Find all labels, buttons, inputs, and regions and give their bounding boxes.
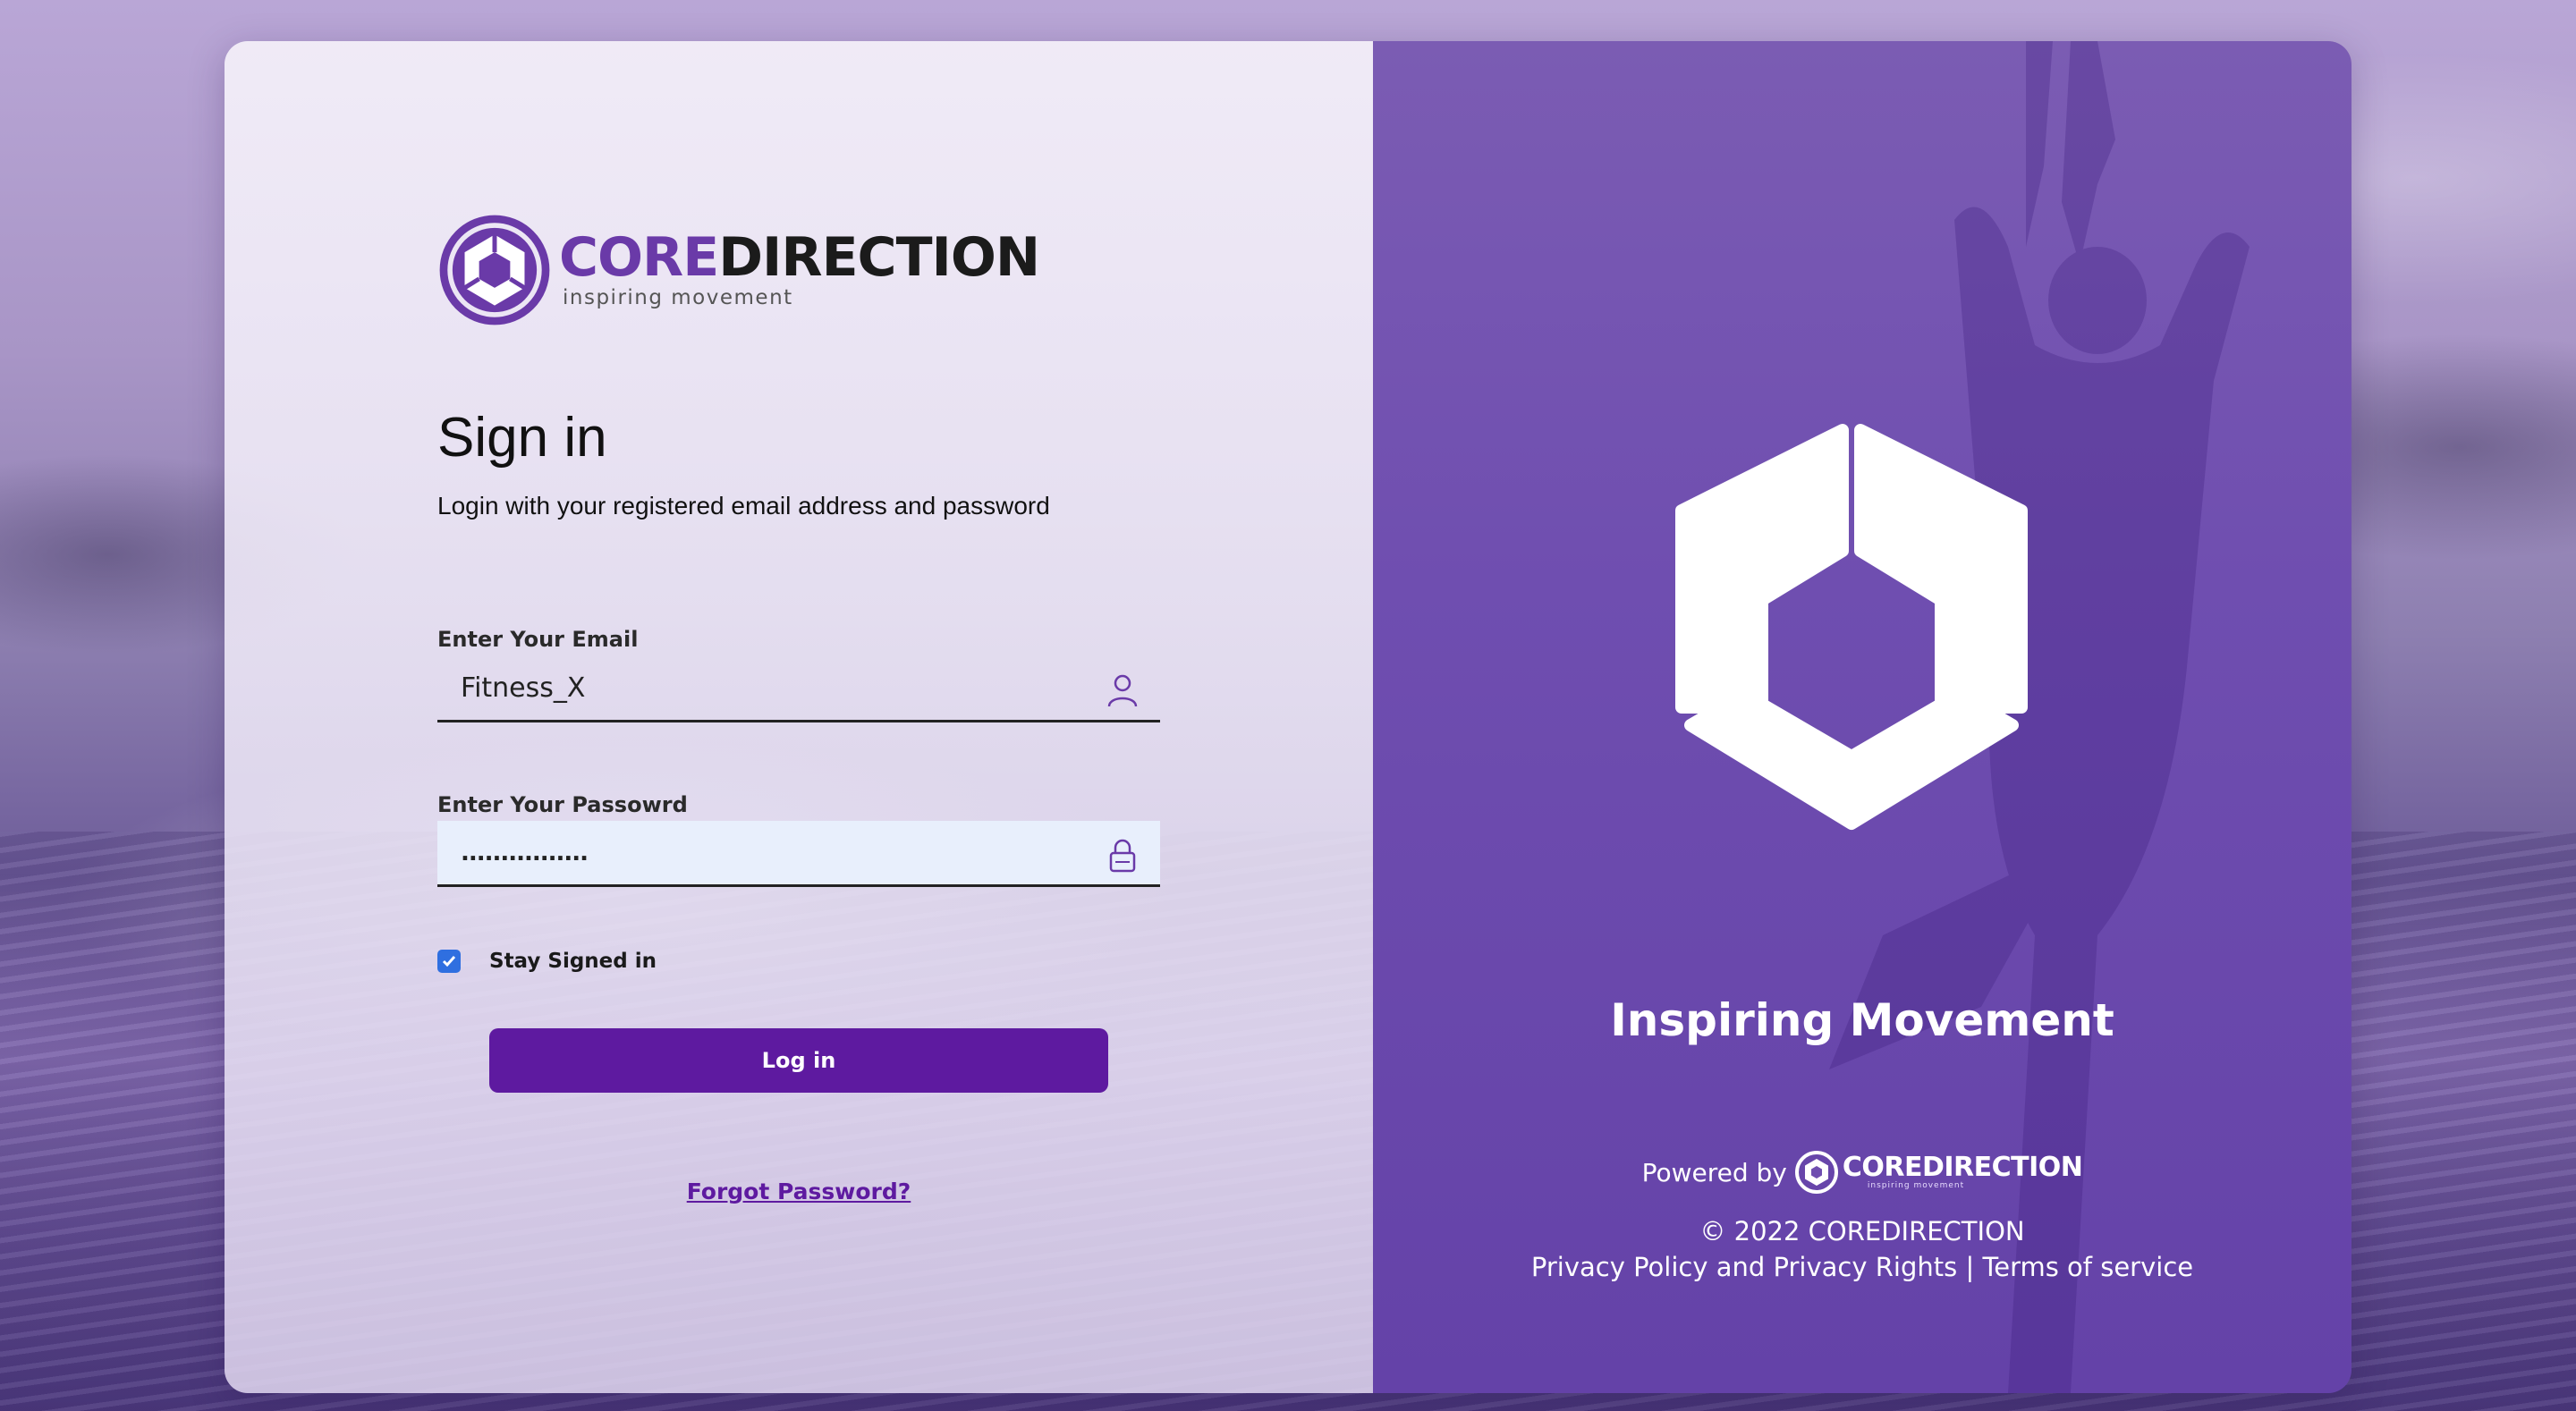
password-field-container [437, 821, 1160, 887]
stay-signed-in-checkbox[interactable] [437, 950, 461, 973]
powered-by-logo: COREDIRECTION inspiring movement [1794, 1150, 2083, 1195]
email-label: Enter Your Email [437, 627, 639, 652]
page-title: Sign in [437, 407, 607, 469]
hexagon-logo-icon [439, 215, 550, 325]
forgot-password-link[interactable]: Forgot Password? [225, 1179, 1373, 1204]
brand-tagline: Inspiring Movement [1610, 994, 2114, 1046]
logo-word-direction: DIRECTION [718, 226, 1040, 289]
password-field[interactable] [437, 821, 1160, 884]
brand-panel: Inspiring Movement Powered by COREDIRECT… [1373, 41, 2351, 1393]
hexagon-brand-icon [1675, 424, 2028, 830]
logo-wordmark: COREDIRECTION [559, 231, 1040, 284]
email-field[interactable] [437, 656, 1160, 720]
signin-panel: COREDIRECTION inspiring movement Sign in… [225, 41, 1373, 1393]
footer-links: Privacy Policy and Privacy Rights | Term… [1373, 1252, 2351, 1282]
password-label: Enter Your Passowrd [437, 792, 688, 817]
powered-by-logo-tagline: inspiring movement [1867, 1181, 1965, 1190]
powered-by-logo-name: COREDIRECTION [1842, 1152, 2083, 1183]
stay-signed-in-row: Stay Signed in [437, 950, 657, 973]
hexagon-logo-small-icon [1794, 1151, 1838, 1194]
powered-by-label: Powered by [1641, 1157, 1787, 1187]
user-icon [1107, 674, 1138, 707]
footer-separator: | [1965, 1252, 1975, 1282]
powered-by-row: Powered by COREDIRECTION inspiring movem… [1373, 1150, 2351, 1195]
logo-word-core: CORE [559, 226, 719, 289]
terms-of-service-link[interactable]: Terms of service [1982, 1252, 2193, 1282]
brand-logo: COREDIRECTION inspiring movement [439, 190, 1047, 351]
stay-signed-in-label: Stay Signed in [489, 950, 657, 973]
login-button[interactable]: Log in [489, 1028, 1108, 1093]
checkmark-icon [442, 956, 456, 967]
email-field-container [437, 656, 1160, 722]
page-subtitle: Login with your registered email address… [437, 492, 1050, 520]
logo-tagline: inspiring movement [563, 286, 793, 309]
lock-icon [1109, 839, 1136, 873]
copyright-text: © 2022 COREDIRECTION [1699, 1216, 2025, 1246]
login-card: COREDIRECTION inspiring movement Sign in… [225, 41, 2351, 1393]
privacy-policy-link[interactable]: Privacy Policy and Privacy Rights [1531, 1252, 1957, 1282]
